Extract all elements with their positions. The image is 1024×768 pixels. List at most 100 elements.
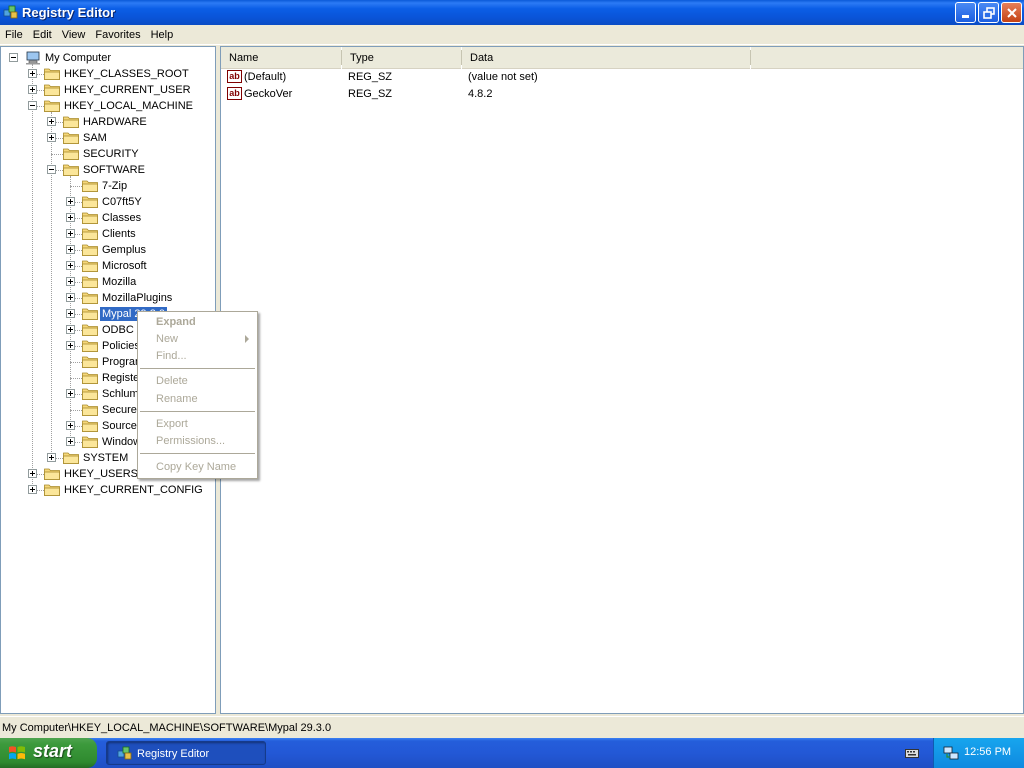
expand-icon[interactable]	[28, 85, 37, 94]
menu-file[interactable]: File	[0, 25, 28, 45]
tree-node[interactable]: C07ft5Y	[1, 194, 215, 210]
folder-icon	[82, 387, 98, 400]
folder-icon	[44, 467, 60, 480]
tree-node-label: HKEY_USERS	[64, 468, 138, 480]
expand-icon[interactable]	[66, 309, 75, 318]
tree-node-label: Classes	[102, 212, 142, 224]
start-button[interactable]: start	[0, 738, 97, 768]
tree-node-label: Policies	[102, 340, 140, 352]
expand-icon[interactable]	[66, 421, 75, 430]
value-name: (Default)	[244, 71, 287, 83]
expand-icon[interactable]	[47, 453, 56, 462]
tree-connector-line	[70, 186, 82, 187]
expand-icon[interactable]	[66, 213, 75, 222]
tree-connector-line	[70, 410, 82, 411]
tree-node[interactable]: Gemplus	[1, 242, 215, 258]
computer-icon	[25, 51, 41, 65]
tree-node-label: Gemplus	[102, 244, 147, 256]
context-menu-new[interactable]: New	[138, 330, 257, 348]
clock[interactable]: 12:56 PM	[964, 746, 1011, 758]
tree-node[interactable]: SAM	[1, 130, 215, 146]
tree-node[interactable]: HKEY_CURRENT_USER	[1, 82, 215, 98]
tree-node[interactable]: Mozilla	[1, 274, 215, 290]
folder-icon	[82, 355, 98, 368]
expand-icon[interactable]	[66, 437, 75, 446]
status-path: My Computer\HKEY_LOCAL_MACHINE\SOFTWARE\…	[2, 722, 332, 734]
context-menu-copy-key-name[interactable]: Copy Key Name	[138, 458, 257, 476]
menu-favorites[interactable]: Favorites	[90, 25, 145, 45]
collapse-icon[interactable]	[47, 165, 56, 174]
tree-node[interactable]: Classes	[1, 210, 215, 226]
menu-help[interactable]: Help	[146, 25, 179, 45]
tree-node-label: Microsoft	[102, 260, 147, 272]
value-data: (value not set)	[468, 71, 538, 83]
tree-node-label: HKEY_CLASSES_ROOT	[64, 68, 189, 80]
context-menu-delete[interactable]: Delete	[138, 372, 257, 390]
expand-icon[interactable]	[47, 133, 56, 142]
folder-icon	[82, 435, 98, 448]
values-list[interactable]: Name Type Data ab (Default) REG_SZ (valu…	[220, 46, 1024, 714]
column-header-type[interactable]: Type	[342, 47, 461, 69]
expand-icon[interactable]	[66, 277, 75, 286]
collapse-icon[interactable]	[28, 101, 37, 110]
folder-icon	[82, 323, 98, 336]
tree-node[interactable]: SOFTWARE	[1, 162, 215, 178]
menu-view[interactable]: View	[57, 25, 91, 45]
tree-node-label: SYSTEM	[83, 452, 129, 464]
taskbar: start Registry Editor 12:56 PM	[0, 738, 1024, 768]
taskbar-registry-editor[interactable]: Registry Editor	[106, 741, 266, 765]
expand-icon[interactable]	[66, 261, 75, 270]
value-type: REG_SZ	[348, 71, 393, 83]
expand-icon[interactable]	[28, 69, 37, 78]
network-icon[interactable]	[943, 745, 959, 761]
folder-icon	[82, 307, 98, 320]
folder-icon	[44, 83, 60, 96]
context-menu-rename[interactable]: Rename	[138, 390, 257, 408]
tree-node[interactable]: HKEY_LOCAL_MACHINE	[1, 98, 215, 114]
context-menu-find[interactable]: Find...	[138, 347, 257, 365]
menu-bar: File Edit View Favorites Help	[0, 25, 1024, 45]
expand-icon[interactable]	[66, 197, 75, 206]
tree-node[interactable]: Microsoft	[1, 258, 215, 274]
tree-node-label: Clients	[102, 228, 136, 240]
expand-icon[interactable]	[66, 229, 75, 238]
tree-node-label: SAM	[83, 132, 107, 144]
folder-icon	[82, 195, 98, 208]
keyboard-icon[interactable]	[905, 747, 919, 759]
folder-icon	[44, 67, 60, 80]
tree-node[interactable]: My Computer	[1, 50, 215, 66]
column-header-data[interactable]: Data	[462, 47, 750, 69]
expand-icon[interactable]	[66, 293, 75, 302]
context-menu-expand[interactable]: Expand	[138, 313, 257, 331]
expand-icon[interactable]	[28, 469, 37, 478]
tree-node[interactable]: HARDWARE	[1, 114, 215, 130]
tree-node[interactable]: Clients	[1, 226, 215, 242]
minimize-icon	[961, 14, 969, 18]
expand-icon[interactable]	[47, 117, 56, 126]
value-type: REG_SZ	[348, 88, 393, 100]
tree-node[interactable]: SECURITY	[1, 146, 215, 162]
close-button[interactable]	[1001, 2, 1022, 23]
window-title: Registry Editor	[22, 5, 116, 20]
context-menu-permissions[interactable]: Permissions...	[138, 432, 257, 450]
tree-node-label: SOFTWARE	[83, 164, 145, 176]
tree-node[interactable]: HKEY_CLASSES_ROOT	[1, 66, 215, 82]
folder-icon	[63, 163, 79, 176]
expand-icon[interactable]	[66, 389, 75, 398]
menu-edit[interactable]: Edit	[28, 25, 57, 45]
collapse-icon[interactable]	[9, 53, 18, 62]
maximize-button[interactable]	[978, 2, 999, 23]
title-bar[interactable]: Registry Editor	[0, 0, 1024, 25]
expand-icon[interactable]	[28, 485, 37, 494]
expand-icon[interactable]	[66, 341, 75, 350]
tree-node[interactable]: HKEY_CURRENT_CONFIG	[1, 482, 215, 498]
expand-icon[interactable]	[66, 325, 75, 334]
tree-node[interactable]: MozillaPlugins	[1, 290, 215, 306]
expand-icon[interactable]	[66, 245, 75, 254]
tree-connector-line	[51, 154, 63, 155]
context-menu-export[interactable]: Export	[138, 415, 257, 433]
column-header-name[interactable]: Name	[221, 47, 341, 69]
tree-node[interactable]: 7-Zip	[1, 178, 215, 194]
close-icon	[1006, 7, 1017, 18]
minimize-button[interactable]	[955, 2, 976, 23]
